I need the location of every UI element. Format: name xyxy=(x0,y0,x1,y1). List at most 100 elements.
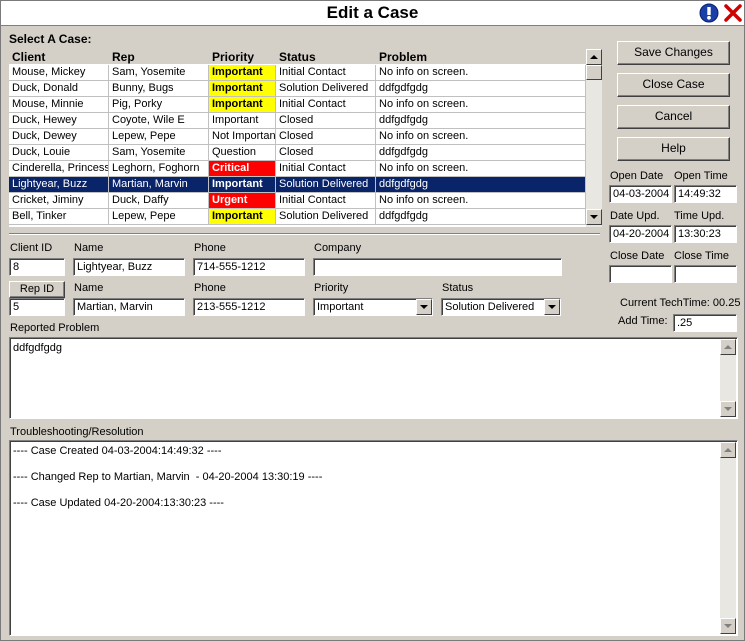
client-phone-label: Phone xyxy=(194,242,226,254)
grid-scroll-down[interactable] xyxy=(586,209,602,225)
cell-status: Closed xyxy=(276,129,376,144)
cell-priority: Important xyxy=(209,209,276,224)
cell-priority: Important xyxy=(209,81,276,96)
resolution-line-3: ---- Case Updated 04-20-2004:13:30:23 --… xyxy=(13,497,224,509)
table-row[interactable]: Mouse, Minnie Pig, Porky Important Initial … xyxy=(9,97,586,113)
chevron-down-icon[interactable] xyxy=(544,299,560,315)
cell-client: Duck, Louie xyxy=(9,145,109,160)
save-changes-button[interactable]: Save Changes xyxy=(617,41,730,65)
close-date-field[interactable] xyxy=(609,265,672,283)
company-field[interactable] xyxy=(313,258,562,276)
cell-problem: ddfgdfgdg xyxy=(376,81,586,96)
table-row[interactable]: Lightyear, Buzz Martian, Marvin Important S… xyxy=(9,177,586,193)
chevron-down-icon[interactable] xyxy=(416,299,432,315)
rep-name-field[interactable]: Martian, Marvin xyxy=(73,298,185,316)
resolution-scrollbar[interactable] xyxy=(720,442,736,634)
help-button[interactable]: Help xyxy=(617,137,730,161)
status-select-value: Solution Delivered xyxy=(445,301,535,313)
resolution-scroll-up[interactable] xyxy=(720,442,736,458)
priority-select[interactable]: Important xyxy=(313,298,433,316)
cell-client: Lightyear, Buzz xyxy=(9,177,109,192)
resolution-label: Troubleshooting/Resolution xyxy=(10,426,144,438)
time-upd-field[interactable]: 13:30:23 xyxy=(674,225,737,243)
problem-scrollbar[interactable] xyxy=(720,339,736,417)
rep-id-button[interactable]: Rep ID xyxy=(9,281,65,298)
table-row[interactable]: Duck, Louie Sam, Yosemite Question Closed dd… xyxy=(9,145,586,161)
add-time-field[interactable]: .25 xyxy=(673,314,737,332)
table-row[interactable]: Mouse, Mickey Sam, Yosemite Important Initi… xyxy=(9,65,586,81)
cell-problem: ddfgdfgdg xyxy=(376,113,586,128)
grid-scroll-thumb[interactable] xyxy=(586,65,602,80)
cell-problem: No info on screen. xyxy=(376,193,586,208)
rep-phone-field[interactable]: 213-555-1212 xyxy=(193,298,305,316)
problem-scroll-up[interactable] xyxy=(720,339,736,355)
cell-client: Duck, Dewey xyxy=(9,129,109,144)
cell-problem: ddfgdfgdg xyxy=(376,209,586,224)
priority-select-value: Important xyxy=(317,301,364,313)
open-time-field[interactable]: 14:49:32 xyxy=(674,185,737,203)
cell-client: Mouse, Minnie xyxy=(9,97,109,112)
table-row[interactable]: Cricket, Jiminy Duck, Daffy Urgent Initial … xyxy=(9,193,586,209)
resolution-textarea[interactable]: ---- Case Created 04-03-2004:14:49:32 --… xyxy=(9,440,738,636)
reported-problem-label: Reported Problem xyxy=(10,322,100,334)
open-time-label: Open Time xyxy=(674,170,728,182)
window-title: Edit a Case xyxy=(326,3,419,22)
client-phone-field[interactable]: 714-555-1212 xyxy=(193,258,305,276)
cell-problem: No info on screen. xyxy=(376,161,586,176)
rep-name-label: Name xyxy=(74,282,104,294)
col-rep-header: Rep xyxy=(112,50,135,64)
close-case-button[interactable]: Close Case xyxy=(617,73,730,97)
problem-scroll-down[interactable] xyxy=(720,401,736,417)
rep-id-field[interactable]: 5 xyxy=(9,298,65,316)
open-date-field[interactable]: 04-03-2004 xyxy=(609,185,672,203)
resolution-scroll-down[interactable] xyxy=(720,618,736,634)
select-case-label: Select A Case: xyxy=(9,32,92,46)
close-x-icon[interactable] xyxy=(723,3,743,23)
cell-priority: Important xyxy=(209,97,276,112)
grid-divider xyxy=(9,233,600,235)
cancel-button[interactable]: Cancel xyxy=(617,105,730,129)
cell-status: Initial Contact xyxy=(276,193,376,208)
cell-priority: Critical xyxy=(209,161,276,176)
cell-status: Closed xyxy=(276,145,376,160)
case-grid[interactable]: Client Rep Priority Status Problem Mouse… xyxy=(9,49,602,227)
time-upd-label: Time Upd. xyxy=(674,210,725,222)
cell-status: Solution Delivered xyxy=(276,81,376,96)
client-name-field[interactable]: Lightyear, Buzz xyxy=(73,258,185,276)
status-label: Status xyxy=(442,282,474,294)
reported-problem-textarea[interactable]: ddfgdfgdg xyxy=(9,337,738,419)
grid-scrollbar[interactable] xyxy=(586,49,602,227)
grid-scroll-up[interactable] xyxy=(586,49,602,65)
cell-status: Initial Contact xyxy=(276,161,376,176)
table-row[interactable]: Duck, Donald Bunny, Bugs Important Solution… xyxy=(9,81,586,97)
table-row[interactable]: Cinderella, Princess Leghorn, Foghorn Crit… xyxy=(9,161,586,177)
cell-client: Duck, Donald xyxy=(9,81,109,96)
title-bar: Edit a Case xyxy=(1,1,744,26)
table-row[interactable]: Duck, Hewey Coyote, Wile E Important Closed… xyxy=(9,113,586,129)
cell-client: Cinderella, Princess xyxy=(9,161,109,176)
cell-rep: Lepew, Pepe xyxy=(109,129,209,144)
date-upd-field[interactable]: 04-20-2004 xyxy=(609,225,672,243)
date-upd-label: Date Upd. xyxy=(610,210,660,222)
close-time-field[interactable] xyxy=(674,265,737,283)
cell-rep: Coyote, Wile E xyxy=(109,113,209,128)
cell-rep: Bunny, Bugs xyxy=(109,81,209,96)
status-select[interactable]: Solution Delivered xyxy=(441,298,561,316)
cell-problem: No info on screen. xyxy=(376,129,586,144)
cell-priority: Not Importan xyxy=(209,129,276,144)
info-circle-icon[interactable] xyxy=(699,3,719,23)
client-name-label: Name xyxy=(74,242,104,254)
cell-status: Initial Contact xyxy=(276,65,376,80)
cell-client: Bell, Tinker xyxy=(9,209,109,224)
cell-status: Closed xyxy=(276,113,376,128)
client-id-label: Client ID xyxy=(10,242,53,254)
cell-status: Solution Delivered xyxy=(276,177,376,192)
table-row[interactable]: Bell, Tinker Lepew, Pepe Important Solution… xyxy=(9,209,586,225)
open-date-label: Open Date xyxy=(610,170,664,182)
table-row[interactable]: Duck, Dewey Lepew, Pepe Not Importan Closed… xyxy=(9,129,586,145)
client-id-field[interactable]: 8 xyxy=(9,258,65,276)
close-time-label: Close Time xyxy=(674,250,730,262)
priority-label: Priority xyxy=(314,282,349,294)
cell-priority: Important xyxy=(209,113,276,128)
rep-phone-label: Phone xyxy=(194,282,226,294)
